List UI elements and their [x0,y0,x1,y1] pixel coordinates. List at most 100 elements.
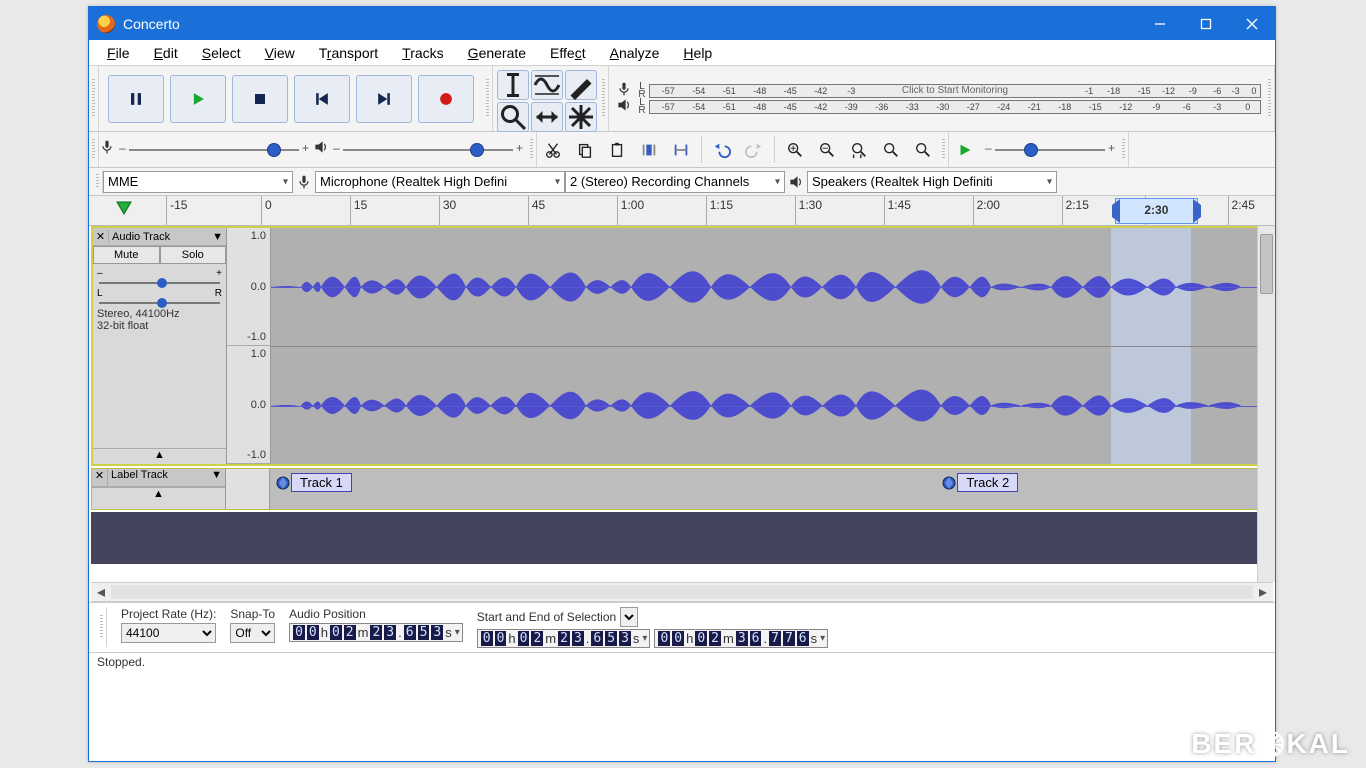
draw-tool-button[interactable] [565,70,597,100]
playback-device-select[interactable]: Speakers (Realtek High Definiti▾ [807,171,1057,193]
toolbar-grip[interactable] [599,66,609,131]
skip-end-button[interactable] [356,75,412,123]
track-close-button[interactable]: ✕ [93,230,109,243]
recording-meter-scale[interactable]: -57-54-51-48-45-42-3 Click to Start Moni… [649,84,1261,98]
redo-button[interactable] [739,135,769,165]
menu-view[interactable]: View [253,43,307,63]
undo-button[interactable] [707,135,737,165]
menu-select[interactable]: Select [190,43,253,63]
undo-toolbar [706,132,770,167]
scroll-left-button[interactable]: ◂ [91,582,111,602]
audio-host-select[interactable]: MME▾ [103,171,293,193]
zoom-in-button[interactable] [780,135,810,165]
fit-project-button[interactable] [876,135,906,165]
toolbar-grip[interactable] [483,66,493,131]
toolbar-grip[interactable] [89,66,99,131]
project-rate-select[interactable]: 44100 [121,623,216,643]
zoom-tool-button[interactable] [497,102,529,132]
menu-generate[interactable]: Generate [456,43,538,63]
recording-channels-select[interactable]: 2 (Stereo) Recording Channels▾ [565,171,785,193]
speaker-icon [613,97,635,116]
speaker-icon [313,139,329,160]
fit-selection-button[interactable] [844,135,874,165]
audio-track[interactable]: ✕ Audio Track▼ Mute Solo –+ LR Stereo, 4… [91,226,1273,466]
label-text[interactable]: Track 1 [291,473,352,492]
timeshift-tool-button[interactable] [531,102,563,132]
record-button[interactable] [418,75,474,123]
pan-slider[interactable] [99,302,220,304]
toolbar-grip[interactable] [97,607,107,647]
toolbar-grip[interactable] [939,132,949,167]
track-collapse-button[interactable]: ▲ [93,448,226,464]
snap-to-select[interactable]: Off [230,623,275,643]
maximize-button[interactable] [1183,7,1229,40]
zoom-out-button[interactable] [812,135,842,165]
scroll-right-button[interactable]: ▸ [1253,582,1273,602]
recording-device-select[interactable]: Microphone (Realtek High Defini▾ [315,171,565,193]
monitoring-hint: Click to Start Monitoring [902,85,1008,96]
timeline-ruler[interactable]: -15 0 15 30 45 1:00 1:15 1:30 1:45 2:00 … [89,196,1275,226]
mute-button[interactable]: Mute [93,246,160,264]
label-text[interactable]: Track 2 [957,473,1018,492]
menu-effect[interactable]: Effect [538,43,598,63]
copy-button[interactable] [570,135,600,165]
gain-slider[interactable] [99,282,220,284]
zoom-toggle-button[interactable] [908,135,938,165]
menu-tracks[interactable]: Tracks [390,43,456,63]
solo-button[interactable]: Solo [160,246,227,264]
selection-mode-select[interactable] [620,607,638,627]
minimize-button[interactable] [1137,7,1183,40]
waveform-area[interactable] [271,228,1271,464]
skip-start-button[interactable] [294,75,350,123]
menu-edit[interactable]: Edit [142,43,190,63]
transport-toolbar [99,66,483,131]
paste-button[interactable] [602,135,632,165]
playback-volume-slider[interactable]: –+ [333,141,523,159]
track-close-button[interactable]: ✕ [92,469,108,486]
audio-position-group: Audio Position 00h02m23.653s▾ [289,607,463,642]
recording-meter[interactable]: LR -57-54-51-48-45-42-3 Click to Start M… [609,66,1265,131]
menu-transport[interactable]: Transport [307,43,390,63]
audio-position-field[interactable]: 00h02m23.653s▾ [289,623,463,642]
track-menu-button[interactable]: Audio Track▼ [109,231,226,243]
silence-button[interactable] [666,135,696,165]
track-collapse-button[interactable]: ▲ [92,487,225,503]
horizontal-scrollbar[interactable]: ◂ ▸ [91,582,1273,602]
cut-button[interactable] [538,135,568,165]
menu-file[interactable]: File [95,43,142,63]
selection-tool-button[interactable] [497,70,529,100]
toolbar-grip[interactable] [1265,66,1275,131]
vertical-scrollbar[interactable] [1257,226,1275,582]
toolbar-grip[interactable] [527,132,537,167]
label-marker[interactable]: Track 2 [941,473,1018,492]
envelope-tool-button[interactable] [531,70,563,100]
selection-start-field[interactable]: 00h02m23.653s▾ [477,629,651,648]
close-button[interactable] [1229,7,1275,40]
device-toolbar: MME▾ Microphone (Realtek High Defini▾ 2 … [89,168,1275,196]
toolbar-grip[interactable] [1119,132,1129,167]
label-marker[interactable]: Track 1 [275,473,352,492]
label-area[interactable]: Track 1 Track 2 [270,469,1272,509]
app-icon [97,15,115,33]
titlebar[interactable]: Concerto [89,7,1275,40]
toolbar-grip[interactable] [89,132,99,167]
selection-end-field[interactable]: 00h02m36.776s▾ [654,629,828,648]
speaker-icon [785,174,807,190]
play-button[interactable] [170,75,226,123]
label-track[interactable]: ✕ Label Track▼ ▲ Track 1 Track 2 [91,468,1273,510]
playback-meter-scale[interactable]: -57-54-51-48-45-42-39-36-33-30-27-24-21-… [649,100,1261,114]
stop-button[interactable] [232,75,288,123]
recording-volume-slider[interactable]: –+ [119,141,309,159]
play-at-speed-button[interactable] [950,135,980,165]
toolbar-grip[interactable] [93,170,103,194]
menu-help[interactable]: Help [671,43,724,63]
ruler-selection[interactable]: 2:30 [1115,198,1198,224]
track-menu-button[interactable]: Label Track▼ [108,469,225,486]
label-pin-icon [275,475,291,491]
pause-button[interactable] [108,75,164,123]
trim-button[interactable] [634,135,664,165]
playback-speed-slider[interactable]: –+ [985,141,1115,159]
menu-analyze[interactable]: Analyze [598,43,672,63]
multi-tool-button[interactable] [565,102,597,132]
empty-track-area[interactable] [91,512,1273,564]
